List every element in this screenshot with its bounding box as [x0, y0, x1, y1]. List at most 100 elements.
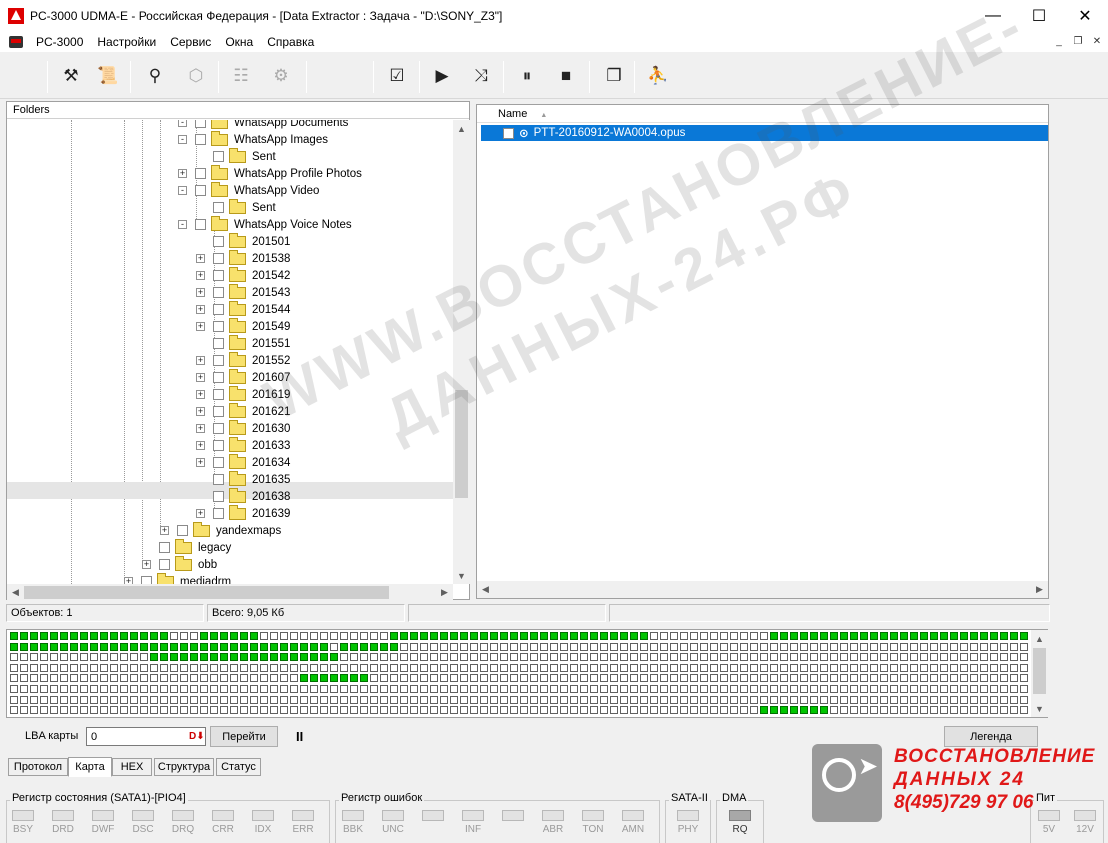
folder-tree[interactable]: - WhatsApp Documents - WhatsApp Images Sent +… — [7, 120, 453, 584]
sector-block-unread[interactable] — [390, 663, 398, 672]
sector-block-unread[interactable] — [650, 653, 658, 662]
sector-block-unread[interactable] — [270, 663, 278, 672]
sector-block-unread[interactable] — [970, 674, 978, 683]
expand-icon[interactable]: + — [196, 441, 205, 450]
sector-block-unread[interactable] — [370, 663, 378, 672]
sector-block-unread[interactable] — [940, 653, 948, 662]
tree-item-checkbox[interactable] — [213, 474, 224, 485]
tab-structure[interactable]: Структура — [154, 758, 214, 776]
binoculars-icon[interactable]: ⚲ — [140, 61, 170, 91]
goto-button[interactable]: Перейти — [210, 726, 278, 747]
tree-item-checkbox[interactable] — [213, 491, 224, 502]
sector-block-unread[interactable] — [910, 653, 918, 662]
sector-block-read[interactable] — [790, 706, 798, 715]
sector-block-unread[interactable] — [690, 674, 698, 683]
tree-item-checkbox[interactable] — [213, 423, 224, 434]
sector-block-unread[interactable] — [170, 685, 178, 693]
sector-block-unread[interactable] — [940, 663, 948, 672]
sector-block-unread[interactable] — [880, 663, 888, 672]
sector-block-unread[interactable] — [680, 685, 688, 693]
sector-block-unread[interactable] — [550, 674, 558, 683]
sector-block-unread[interactable] — [590, 674, 598, 683]
sector-block-read[interactable] — [310, 653, 318, 662]
sector-block-unread[interactable] — [260, 695, 268, 704]
sector-block-unread[interactable] — [490, 695, 498, 704]
sector-block-unread[interactable] — [660, 706, 668, 715]
sector-block-unread[interactable] — [580, 642, 588, 651]
sector-block-unread[interactable] — [760, 674, 768, 683]
sector-block-unread[interactable] — [940, 642, 948, 651]
sector-block-unread[interactable] — [700, 663, 708, 672]
sector-block-unread[interactable] — [600, 706, 608, 715]
sector-block-unread[interactable] — [230, 674, 238, 683]
sector-block-unread[interactable] — [560, 706, 568, 715]
sector-block-unread[interactable] — [280, 632, 288, 640]
sector-block-read[interactable] — [580, 632, 588, 640]
sector-block-unread[interactable] — [600, 685, 608, 693]
sector-block-unread[interactable] — [720, 685, 728, 693]
sector-block-unread[interactable] — [460, 706, 468, 715]
sector-block-unread[interactable] — [850, 674, 858, 683]
sector-block-unread[interactable] — [810, 695, 818, 704]
sector-block-read[interactable] — [990, 632, 998, 640]
sector-block-unread[interactable] — [140, 653, 148, 662]
sector-block-unread[interactable] — [330, 632, 338, 640]
sector-block-unread[interactable] — [530, 653, 538, 662]
sector-block-unread[interactable] — [400, 685, 408, 693]
sector-block-unread[interactable] — [90, 653, 98, 662]
sector-block-unread[interactable] — [700, 674, 708, 683]
sector-block-unread[interactable] — [350, 706, 358, 715]
sector-block-read[interactable] — [490, 632, 498, 640]
sector-block-unread[interactable] — [960, 695, 968, 704]
sector-block-unread[interactable] — [50, 653, 58, 662]
sector-block-read[interactable] — [200, 642, 208, 651]
sector-block-unread[interactable] — [590, 642, 598, 651]
sector-block-unread[interactable] — [610, 674, 618, 683]
sector-block-unread[interactable] — [240, 695, 248, 704]
sector-block-unread[interactable] — [30, 695, 38, 704]
sector-block-unread[interactable] — [30, 674, 38, 683]
sector-block-read[interactable] — [940, 632, 948, 640]
tab-status[interactable]: Статус — [216, 758, 261, 776]
sector-block-read[interactable] — [240, 653, 248, 662]
sector-block-read[interactable] — [430, 632, 438, 640]
tree-item[interactable]: + obb — [142, 555, 217, 573]
sector-block-unread[interactable] — [840, 663, 848, 672]
sector-block-unread[interactable] — [950, 674, 958, 683]
sector-block-unread[interactable] — [460, 685, 468, 693]
sector-block-unread[interactable] — [1000, 695, 1008, 704]
sector-block-unread[interactable] — [380, 695, 388, 704]
sector-block-read[interactable] — [160, 653, 168, 662]
sector-block-unread[interactable] — [700, 695, 708, 704]
sector-block-unread[interactable] — [550, 653, 558, 662]
sector-block-unread[interactable] — [710, 642, 718, 651]
sector-block-unread[interactable] — [680, 706, 688, 715]
sector-block-read[interactable] — [40, 642, 48, 651]
sector-block-unread[interactable] — [630, 706, 638, 715]
sector-block-unread[interactable] — [820, 674, 828, 683]
sector-block-unread[interactable] — [290, 685, 298, 693]
sector-block-unread[interactable] — [420, 663, 428, 672]
sector-block-unread[interactable] — [490, 674, 498, 683]
sector-block-unread[interactable] — [470, 653, 478, 662]
sector-block-unread[interactable] — [930, 663, 938, 672]
sector-block-unread[interactable] — [140, 706, 148, 715]
sector-block-unread[interactable] — [10, 685, 18, 693]
sector-block-read[interactable] — [800, 632, 808, 640]
sector-block-unread[interactable] — [730, 706, 738, 715]
sector-block-unread[interactable] — [990, 642, 998, 651]
sector-block-read[interactable] — [100, 632, 108, 640]
sector-block-unread[interactable] — [480, 695, 488, 704]
sector-block-unread[interactable] — [1010, 685, 1018, 693]
sector-block-read[interactable] — [1010, 632, 1018, 640]
sector-block-unread[interactable] — [50, 674, 58, 683]
sector-block-unread[interactable] — [500, 685, 508, 693]
sector-block-unread[interactable] — [470, 642, 478, 651]
sector-block-unread[interactable] — [830, 674, 838, 683]
tree-item-checkbox[interactable] — [213, 406, 224, 417]
sector-block-read[interactable] — [330, 653, 338, 662]
sector-block-unread[interactable] — [380, 685, 388, 693]
sector-block-unread[interactable] — [1020, 663, 1028, 672]
sector-block-unread[interactable] — [690, 695, 698, 704]
sector-block-unread[interactable] — [70, 685, 78, 693]
